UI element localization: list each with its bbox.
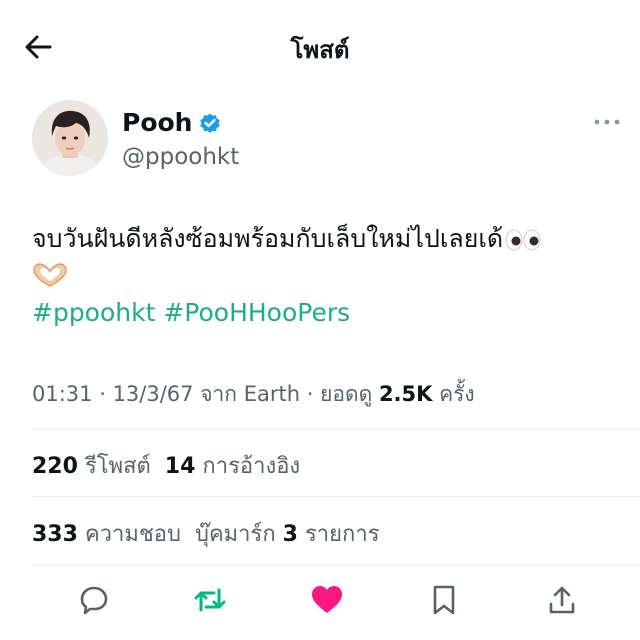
page-title: โพสต์ [290, 36, 350, 64]
quotes-count: 14 [164, 454, 196, 479]
quotes-label: การอ้างอิง [202, 454, 301, 479]
views-suffix: ครั้ง [432, 382, 475, 406]
bookmarks-stat[interactable]: บุ๊คมาร์ก 3 รายการ [195, 522, 380, 547]
likes-label: ความชอบ [84, 522, 181, 547]
source-prefix: จาก [193, 382, 244, 406]
hashtags: #ppoohkt #PooHHooPers [32, 298, 350, 327]
avatar-image [32, 100, 108, 176]
tweet-body: จบวันฝันดีหลังซ้อมพร้อมกับเล็บใหม่ไปเลยเ… [32, 224, 504, 253]
more-icon [594, 119, 620, 125]
top-bar: โพสต์ [0, 0, 640, 96]
divider [32, 564, 640, 565]
divider [32, 496, 640, 497]
reply-icon [80, 586, 108, 615]
views-label: ยอดดู [320, 382, 379, 406]
likes-stat[interactable]: 333 ความชอบ [32, 522, 181, 547]
user-handle[interactable]: @ppoohkt [122, 144, 239, 170]
repost-button[interactable] [190, 580, 230, 620]
reply-button[interactable] [74, 580, 114, 620]
eyes-emoji-icon [505, 229, 541, 251]
bookmarks-label: บุ๊คมาร์ก [194, 522, 276, 547]
tweet-meta: 01:31 · 13/3/67 จาก Earth · ยอดดู 2.5K ค… [32, 378, 475, 411]
like-icon [312, 586, 342, 613]
share-icon [549, 586, 575, 614]
tweet-text: จบวันฝันดีหลังซ้อมพร้อมกับเล็บใหม่ไปเลยเ… [32, 220, 622, 258]
tweet-source: Earth [243, 382, 301, 406]
verified-badge-icon [200, 113, 221, 133]
bookmark-icon [433, 585, 455, 615]
tweet-date[interactable]: 13/3/67 [113, 382, 194, 406]
meta-separator: · [300, 382, 321, 406]
hashtag-link[interactable]: #PooHHooPers [163, 298, 350, 327]
repost-stats-row: 220 รีโพสต์ 14 การอ้างอิง [32, 448, 300, 483]
like-button[interactable] [307, 580, 347, 620]
repost-icon [194, 588, 226, 612]
avatar[interactable] [32, 100, 108, 176]
meta-separator: · [92, 382, 113, 406]
author-row: Pooh @ppoohkt [32, 100, 622, 180]
divider [32, 428, 640, 429]
action-bar [0, 580, 640, 620]
bookmark-button[interactable] [424, 580, 464, 620]
views-count: 2.5K [378, 382, 433, 406]
likes-count: 333 [32, 522, 78, 547]
display-name[interactable]: Pooh [122, 108, 192, 137]
bookmarks-suffix: รายการ [304, 522, 380, 547]
share-button[interactable] [542, 580, 582, 620]
like-stats-row: 333 ความชอบ บุ๊คมาร์ก 3 รายการ [32, 516, 380, 551]
reposts-label: รีโพสต์ [84, 454, 151, 479]
hashtag-link[interactable]: #ppoohkt [32, 298, 155, 327]
heart-hands-emoji-icon [33, 263, 67, 287]
more-options-button[interactable] [592, 110, 622, 134]
reposts-count: 220 [32, 454, 78, 479]
tweet-time[interactable]: 01:31 [32, 382, 93, 406]
display-name-row: Pooh [122, 108, 222, 137]
quotes-stat[interactable]: 14 การอ้างอิง [165, 454, 300, 479]
reposts-stat[interactable]: 220 รีโพสต์ [32, 454, 151, 479]
bookmarks-count: 3 [282, 522, 298, 547]
